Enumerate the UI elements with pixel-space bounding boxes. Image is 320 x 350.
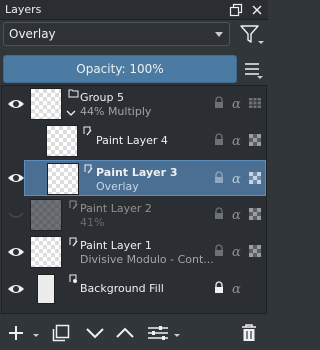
alpha-icon[interactable]: α [230, 171, 244, 185]
layer-properties: 41% [80, 216, 105, 229]
delete-icon[interactable] [238, 323, 260, 343]
paint-layer-icon [84, 164, 93, 174]
layer-name: Paint Layer 3 [96, 166, 178, 179]
layer-thumbnail [30, 88, 62, 120]
svg-text:α: α [232, 172, 241, 185]
add-icon[interactable] [6, 323, 46, 343]
layer-thumbnail [47, 163, 79, 195]
layer-properties: Divisive Modulo - Cont... [80, 253, 214, 266]
paint-layer-icon [83, 126, 92, 136]
layer-thumbnail [30, 199, 62, 231]
layer-name: Paint Layer 4 [96, 134, 168, 147]
eye-closed-icon[interactable] [7, 208, 25, 222]
move-up-icon[interactable] [114, 323, 136, 343]
move-down-icon[interactable] [84, 323, 106, 343]
layer-row-paint-layer-3[interactable]: Paint Layer 3 Overlay α [24, 160, 266, 196]
pass-through-icon[interactable] [248, 96, 262, 110]
inherit-alpha-icon[interactable] [248, 207, 262, 221]
layer-thumbnail [37, 274, 55, 304]
opacity-label: Opacity: 100% [76, 62, 164, 76]
svg-text:α: α [232, 208, 241, 221]
layer-thumbnail [30, 236, 62, 268]
svg-text:α: α [232, 134, 241, 147]
layer-toolbar [0, 317, 268, 350]
layer-properties: Overlay [96, 180, 139, 193]
properties-icon[interactable] [146, 323, 184, 343]
layer-name: Paint Layer 2 [80, 202, 152, 215]
svg-text:α: α [232, 97, 241, 110]
paint-layer-icon [69, 237, 78, 247]
layer-row-group-5[interactable]: Group 5 44% Multiply α [2, 86, 266, 122]
layer-name: Group 5 [80, 91, 124, 104]
lock-icon[interactable] [212, 207, 226, 221]
lock-icon[interactable] [212, 244, 226, 258]
layer-thumbnail [46, 125, 78, 157]
alpha-icon[interactable]: α [230, 244, 244, 258]
eye-icon[interactable] [7, 171, 25, 185]
layer-row-paint-layer-1[interactable]: Paint Layer 1 Divisive Modulo - Cont... … [2, 234, 266, 270]
group-folder-icon [68, 89, 79, 98]
alpha-icon[interactable]: α [230, 96, 244, 110]
layer-row-background-fill[interactable]: Background Fill α [2, 271, 266, 307]
collapse-chevron-icon[interactable] [66, 110, 76, 118]
chevron-down-icon [215, 32, 223, 37]
inherit-alpha-icon[interactable] [248, 171, 262, 185]
eye-icon[interactable] [7, 282, 25, 296]
duplicate-icon[interactable] [50, 323, 72, 343]
panel-title: Layers [5, 3, 42, 16]
float-panel-icon[interactable] [229, 3, 243, 17]
layer-list[interactable]: Group 5 44% Multiply α Paint Layer 4 α P… [1, 85, 267, 314]
layer-name: Paint Layer 1 [80, 239, 152, 252]
blend-mode-value: Overlay [9, 27, 56, 41]
lock-icon[interactable] [212, 281, 226, 295]
layer-row-paint-layer-2[interactable]: Paint Layer 2 41% α [2, 197, 266, 233]
lock-icon[interactable] [212, 133, 226, 147]
menu-icon[interactable] [242, 57, 264, 81]
opacity-slider[interactable]: Opacity: 100% [3, 55, 237, 83]
lock-icon[interactable] [212, 96, 226, 110]
panel-titlebar: Layers [0, 0, 268, 20]
layer-name: Background Fill [80, 282, 164, 295]
layer-row-paint-layer-4[interactable]: Paint Layer 4 α [2, 123, 266, 159]
eye-icon[interactable] [7, 97, 25, 111]
alpha-icon[interactable]: α [230, 133, 244, 147]
alpha-icon[interactable]: α [230, 207, 244, 221]
svg-text:α: α [232, 282, 241, 295]
svg-text:α: α [232, 245, 241, 258]
inherit-alpha-icon[interactable] [248, 244, 262, 258]
filter-icon[interactable] [236, 22, 266, 48]
layer-properties: 44% Multiply [80, 105, 152, 118]
fill-layer-icon [69, 274, 77, 283]
alpha-icon[interactable]: α [230, 281, 244, 295]
lock-icon[interactable] [212, 171, 226, 185]
inherit-alpha-icon[interactable] [248, 133, 262, 147]
paint-layer-icon [69, 200, 78, 210]
eye-icon[interactable] [7, 245, 25, 259]
blend-mode-dropdown[interactable]: Overlay [3, 22, 230, 46]
close-panel-icon[interactable] [250, 3, 264, 17]
